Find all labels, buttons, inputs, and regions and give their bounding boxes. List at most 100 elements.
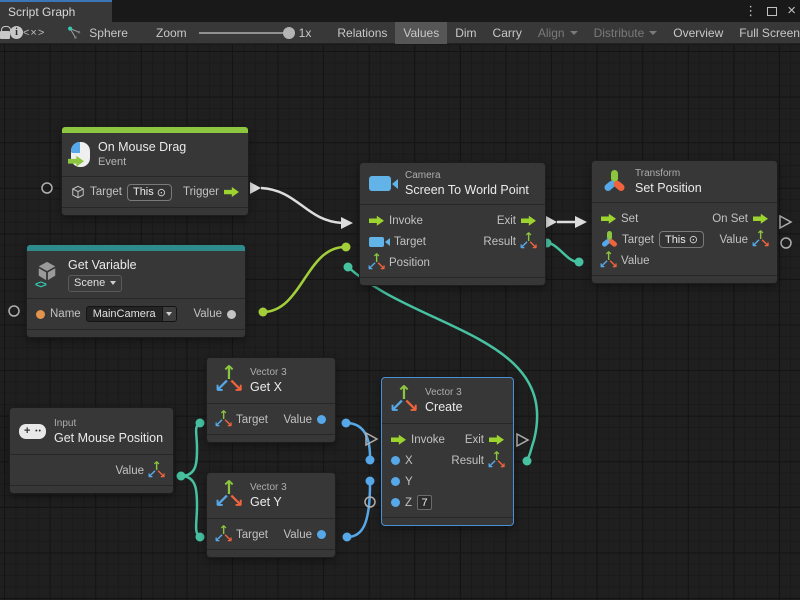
info-button[interactable] — [10, 26, 23, 39]
node-on-mouse-drag[interactable]: On Mouse Drag Event Target This Trigger — [62, 127, 248, 215]
edit-graph-button[interactable] — [23, 27, 45, 39]
set-port-label: Set — [621, 213, 638, 225]
target-port-label: Target — [394, 236, 426, 248]
node-kicker: Vector 3 — [425, 386, 463, 399]
values-button[interactable]: Values — [395, 22, 447, 44]
invoke-flow-port[interactable] — [369, 216, 384, 226]
value-in-port-label: Value — [621, 255, 650, 267]
node-kicker: Camera — [405, 169, 529, 182]
variable-name-dropdown[interactable]: MainCamera — [86, 306, 177, 322]
x-float-port[interactable] — [391, 456, 400, 465]
value-port-label: Value — [283, 529, 312, 541]
lock-button[interactable] — [0, 27, 10, 39]
value-in-vector3-port[interactable] — [601, 253, 616, 268]
position-port-label: Position — [389, 257, 430, 269]
node-screen-to-world-point[interactable]: Camera Screen To World Point Invoke Exit… — [360, 163, 545, 285]
input-gamepad-icon — [19, 424, 46, 439]
pill-value: This — [133, 186, 154, 198]
x-port-label: X — [405, 455, 413, 467]
vector3-icon — [216, 484, 242, 508]
node-kicker: Transform — [635, 167, 702, 180]
node-get-x[interactable]: Vector 3 Get X Target Value — [207, 358, 335, 442]
maximize-icon[interactable] — [767, 7, 777, 16]
value-float-port[interactable] — [317, 530, 326, 539]
overview-button[interactable]: Overview — [665, 22, 731, 44]
full-screen-button[interactable]: Full Screen — [731, 22, 800, 44]
trigger-port-label: Trigger — [183, 186, 219, 198]
position-vector3-port[interactable] — [369, 255, 384, 270]
gameobject-cube-icon[interactable] — [71, 185, 85, 199]
z-value-input[interactable]: 7 — [417, 495, 432, 510]
align-dropdown[interactable]: Align — [530, 22, 586, 44]
node-get-mouse-position[interactable]: Input Get Mouse Position Value — [10, 408, 173, 493]
vector3-icon — [216, 369, 242, 393]
node-title: On Mouse Drag — [98, 139, 186, 155]
y-port-label: Y — [405, 476, 413, 488]
lock-icon — [0, 31, 10, 39]
info-icon — [10, 26, 23, 39]
target-this-pill[interactable]: This — [127, 184, 172, 201]
dim-button[interactable]: Dim — [447, 22, 484, 44]
target-camera-port[interactable] — [369, 237, 384, 247]
value-out-vector3-port[interactable] — [753, 232, 768, 247]
node-set-position[interactable]: Transform Set Position Set On Set Target… — [592, 161, 777, 283]
transform-icon — [601, 169, 627, 195]
result-vector3-port[interactable] — [489, 453, 504, 468]
node-subtitle: Event — [98, 155, 186, 169]
distribute-dropdown[interactable]: Distribute — [586, 22, 666, 44]
node-title: Get Variable — [68, 257, 137, 273]
variable-scope-dropdown[interactable]: Scene — [68, 275, 122, 291]
camera-icon — [369, 176, 391, 191]
invoke-port-label: Invoke — [411, 434, 445, 446]
z-port-label: Z — [405, 497, 412, 509]
unity-variable-icon — [36, 260, 60, 289]
tab-script-graph[interactable]: Script Graph — [0, 0, 112, 22]
zoom-slider-handle[interactable] — [283, 27, 295, 39]
z-float-port[interactable] — [391, 498, 400, 507]
y-float-port[interactable] — [391, 477, 400, 486]
value-object-port[interactable] — [227, 310, 236, 319]
variable-name-value: MainCamera — [87, 307, 162, 321]
result-port-label: Result — [451, 455, 484, 467]
on-set-flow-port[interactable] — [753, 214, 768, 224]
result-vector3-port[interactable] — [521, 234, 536, 249]
target-port-label: Target — [236, 529, 268, 541]
view-toggle-buttons: Relations Values Dim Carry Align Distrib… — [329, 22, 800, 44]
node-vector3-create[interactable]: Vector 3 Create Invoke Exit X Result — [382, 378, 513, 525]
node-get-variable[interactable]: Get Variable Scene Name MainCamera Value — [27, 245, 245, 337]
chevron-down-icon — [162, 307, 176, 321]
trigger-flow-port[interactable] — [224, 187, 239, 197]
node-get-y[interactable]: Vector 3 Get Y Target Value — [207, 473, 335, 557]
carry-button[interactable]: Carry — [485, 22, 530, 44]
node-kicker: Vector 3 — [250, 481, 287, 494]
node-title: Get Y — [250, 494, 287, 510]
exit-flow-port[interactable] — [489, 435, 504, 445]
zoom-value: 1x — [299, 26, 312, 40]
close-icon[interactable] — [787, 2, 796, 20]
object-picker-icon[interactable] — [689, 233, 698, 246]
target-this-pill[interactable]: This — [659, 231, 704, 248]
node-title: Get X — [250, 379, 287, 395]
target-vector3-port[interactable] — [216, 527, 231, 542]
invoke-flow-port[interactable] — [391, 435, 406, 445]
node-title: Screen To World Point — [405, 182, 529, 198]
value-float-port[interactable] — [317, 415, 326, 424]
value-vector3-port[interactable] — [149, 463, 164, 478]
pill-value: This — [665, 234, 686, 246]
tab-bar: Script Graph — [0, 0, 800, 22]
object-picker-icon[interactable] — [157, 186, 166, 199]
target-transform-port[interactable] — [601, 232, 617, 248]
node-title: Set Position — [635, 180, 702, 196]
name-string-port[interactable] — [36, 310, 45, 319]
exit-port-label: Exit — [497, 215, 516, 227]
exit-flow-port[interactable] — [521, 216, 536, 226]
window-menu-icon[interactable] — [744, 2, 757, 20]
target-vector3-port[interactable] — [216, 412, 231, 427]
tab-title: Script Graph — [8, 5, 75, 19]
relations-button[interactable]: Relations — [329, 22, 395, 44]
graph-toolbar: Sphere Zoom 1x Relations Values Dim Carr… — [0, 22, 800, 44]
mouse-drag-icon — [71, 142, 90, 167]
code-icon — [23, 27, 45, 39]
zoom-slider[interactable] — [199, 32, 291, 34]
set-flow-port[interactable] — [601, 214, 616, 224]
